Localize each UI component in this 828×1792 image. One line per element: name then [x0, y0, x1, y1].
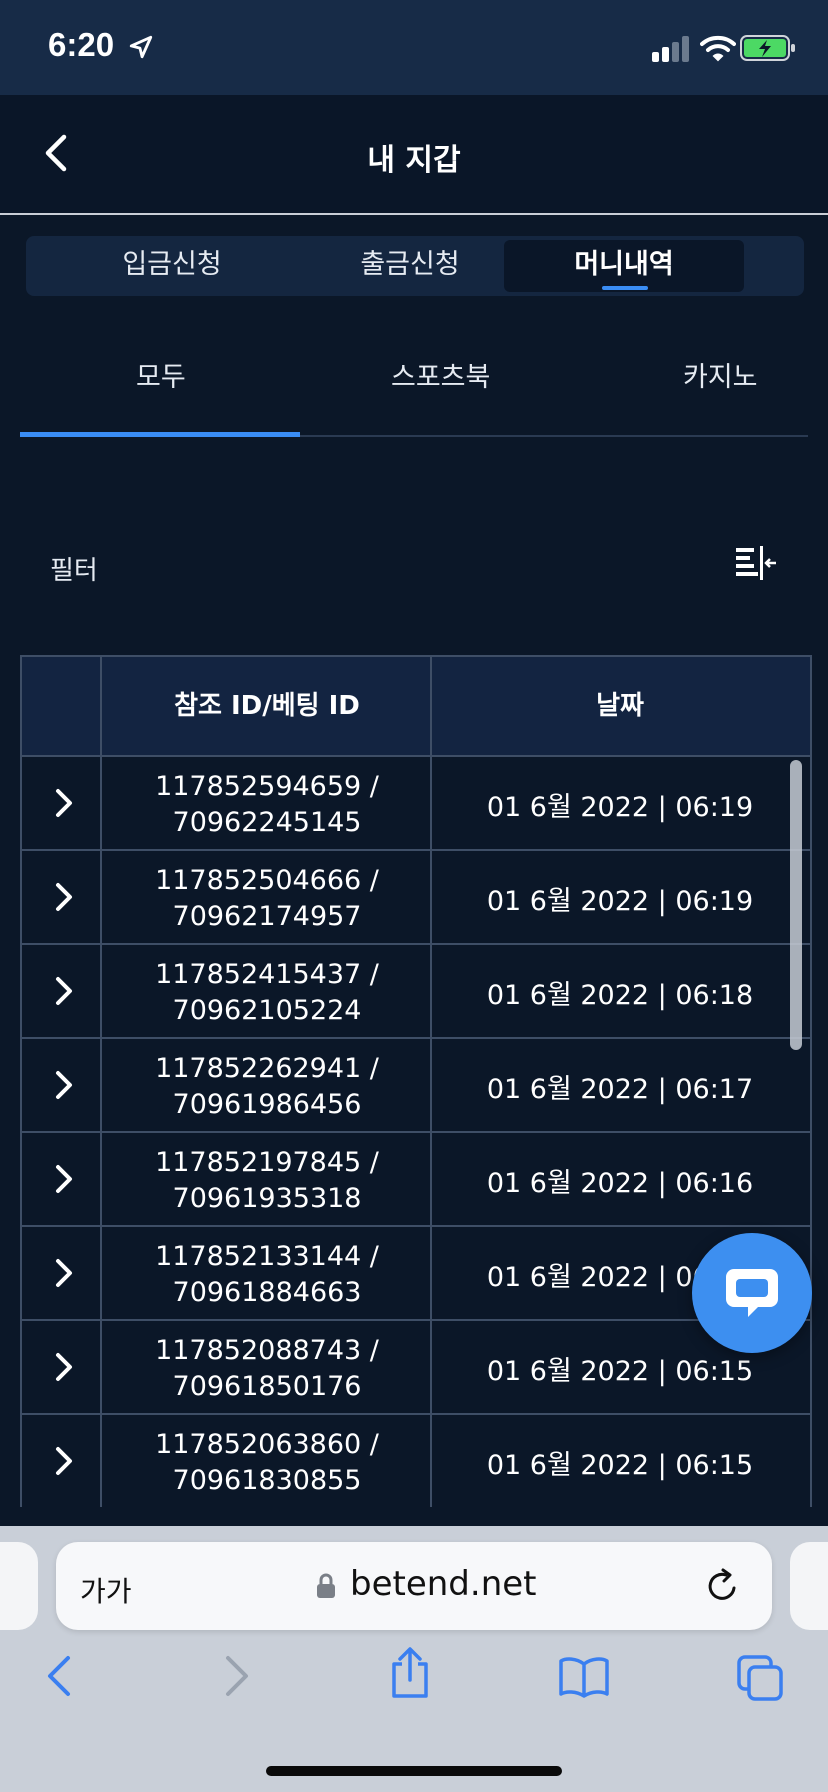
next-tab-preview[interactable]	[790, 1542, 828, 1630]
chevron-right-icon[interactable]	[52, 1069, 76, 1101]
table-row[interactable]: 117852262941 / 70961986456 01 6월 2022 | 0…	[22, 1039, 810, 1133]
reference-id: 117852133144 /	[155, 1241, 379, 1272]
address-bar[interactable]: 가가 betend.net	[56, 1542, 772, 1630]
browser-toolbar: 가가 betend.net	[0, 1526, 828, 1792]
date-cell: 01 6월 2022 | 06:18	[486, 980, 754, 1011]
previous-tab-preview[interactable]	[0, 1542, 38, 1630]
tab-all[interactable]: 모두	[136, 355, 186, 394]
battery-icon	[740, 35, 795, 61]
transactions-table: 참조 ID/베팅 ID 날짜 117852594659 / 70962245145…	[20, 655, 812, 1507]
table-row[interactable]: 117852063860 / 70961830855 01 6월 2022 | 0…	[22, 1415, 810, 1507]
column-header-reference-id: 참조 ID/베팅 ID	[174, 691, 360, 721]
reference-id-cell: 117852197845 / 70961935318	[102, 1145, 432, 1217]
bet-id: 70962105224	[172, 995, 362, 1026]
chevron-right-icon[interactable]	[52, 787, 76, 819]
bet-id: 70961830855	[172, 1465, 362, 1496]
chevron-right-icon[interactable]	[52, 1351, 76, 1383]
table-body: 117852594659 / 70962245145 01 6월 2022 | 0…	[22, 757, 810, 1507]
tab-sportsbook[interactable]: 스포츠북	[391, 355, 490, 394]
table-header: 참조 ID/베팅 ID 날짜	[22, 657, 810, 757]
page-title: 내 지갑	[367, 143, 461, 178]
wallet-header: 내 지갑	[0, 95, 828, 215]
column-divider	[430, 657, 432, 1507]
chevron-right-icon[interactable]	[52, 975, 76, 1007]
date-cell: 01 6월 2022 | 06:15	[486, 1356, 754, 1387]
bet-id: 70961986456	[172, 1089, 362, 1120]
bet-id: 70962174957	[172, 901, 362, 932]
status-bar: 6:20	[0, 0, 828, 95]
reference-id: 117852088743 /	[155, 1335, 379, 1366]
tab-casino[interactable]: 카지노	[683, 355, 758, 394]
filter-toggle-icon[interactable]	[734, 544, 778, 584]
chevron-right-icon[interactable]	[52, 1257, 76, 1289]
chat-bubble-icon	[726, 1269, 778, 1317]
column-header-date: 날짜	[596, 691, 644, 721]
table-row[interactable]: 117852504666 / 70962174957 01 6월 2022 | 0…	[22, 851, 810, 945]
bet-id: 70962245145	[172, 807, 362, 838]
table-row[interactable]: 117852088743 / 70961850176 01 6월 2022 | 0…	[22, 1321, 810, 1415]
home-indicator	[266, 1766, 562, 1776]
table-scrollbar[interactable]	[790, 760, 802, 1050]
filter-label: 필터	[50, 556, 98, 586]
reference-id-cell: 117852594659 / 70962245145	[102, 769, 432, 841]
date-cell: 01 6월 2022 | 06:19	[486, 886, 754, 917]
segment-label: 머니내역	[574, 249, 674, 280]
reference-id-cell: 117852088743 / 70961850176	[102, 1333, 432, 1405]
date-cell: 01 6월 2022 | 06:19	[486, 792, 754, 823]
date-cell: 01 6월 2022 | 06:15	[486, 1450, 754, 1481]
browser-back-icon[interactable]	[44, 1654, 74, 1698]
table-row[interactable]: 117852594659 / 70962245145 01 6월 2022 | 0…	[22, 757, 810, 851]
text-size-button[interactable]: 가가	[80, 1570, 132, 1610]
reference-id: 117852415437 /	[155, 959, 379, 990]
segment-label: 출금신청	[360, 249, 460, 280]
url-text: betend.net	[350, 1564, 537, 1604]
bet-id: 70961850176	[172, 1371, 362, 1402]
reference-id-cell: 117852063860 / 70961830855	[102, 1427, 432, 1499]
reference-id: 117852594659 /	[155, 771, 379, 802]
segment-deposit-request[interactable]: 입금신청	[52, 240, 292, 292]
reference-id: 117852504666 /	[155, 865, 379, 896]
bet-id: 70961884663	[172, 1277, 362, 1308]
segment-withdraw-request[interactable]: 출금신청	[290, 240, 530, 292]
column-divider	[100, 657, 102, 1507]
table-row[interactable]: 117852415437 / 70962105224 01 6월 2022 | 0…	[22, 945, 810, 1039]
reference-id: 117852197845 /	[155, 1147, 379, 1178]
reference-id-cell: 117852262941 / 70961986456	[102, 1051, 432, 1123]
tab-active-indicator	[20, 432, 300, 437]
share-icon[interactable]	[388, 1646, 432, 1700]
lock-icon	[317, 1573, 335, 1598]
table-row[interactable]: 117852197845 / 70961935318 01 6월 2022 | 0…	[22, 1133, 810, 1227]
reference-id: 117852262941 /	[155, 1053, 379, 1084]
status-time: 6:20	[48, 26, 115, 63]
reference-id-cell: 117852133144 / 70961884663	[102, 1239, 432, 1311]
reload-icon[interactable]	[706, 1568, 740, 1604]
segment-active-indicator	[602, 286, 648, 290]
chevron-right-icon[interactable]	[52, 881, 76, 913]
chevron-right-icon[interactable]	[52, 1445, 76, 1477]
cellular-signal-icon	[652, 36, 689, 62]
reference-id-cell: 117852415437 / 70962105224	[102, 957, 432, 1029]
reference-id: 117852063860 /	[155, 1429, 379, 1460]
segment-money-history[interactable]: 머니내역	[504, 240, 744, 292]
segment-label: 입금신청	[122, 249, 222, 280]
wifi-icon	[700, 35, 736, 62]
bet-id: 70961935318	[172, 1183, 362, 1214]
bookmarks-icon[interactable]	[558, 1656, 610, 1698]
date-cell: 01 6월 2022 | 06:17	[486, 1074, 754, 1105]
location-arrow-icon	[129, 35, 153, 59]
chat-button[interactable]	[692, 1233, 812, 1353]
category-tabs: 모두 스포츠북 카지노	[20, 345, 808, 437]
tabs-icon[interactable]	[736, 1654, 784, 1702]
wallet-segment-control: 입금신청 출금신청 머니내역	[26, 236, 804, 296]
date-cell: 01 6월 2022 | 06:16	[486, 1168, 754, 1199]
browser-forward-icon[interactable]	[222, 1654, 252, 1698]
table-row[interactable]: 117852133144 /70961884663 01 6월 2022 | 0…	[22, 1227, 810, 1321]
chevron-right-icon[interactable]	[52, 1163, 76, 1195]
reference-id-cell: 117852504666 / 70962174957	[102, 863, 432, 935]
